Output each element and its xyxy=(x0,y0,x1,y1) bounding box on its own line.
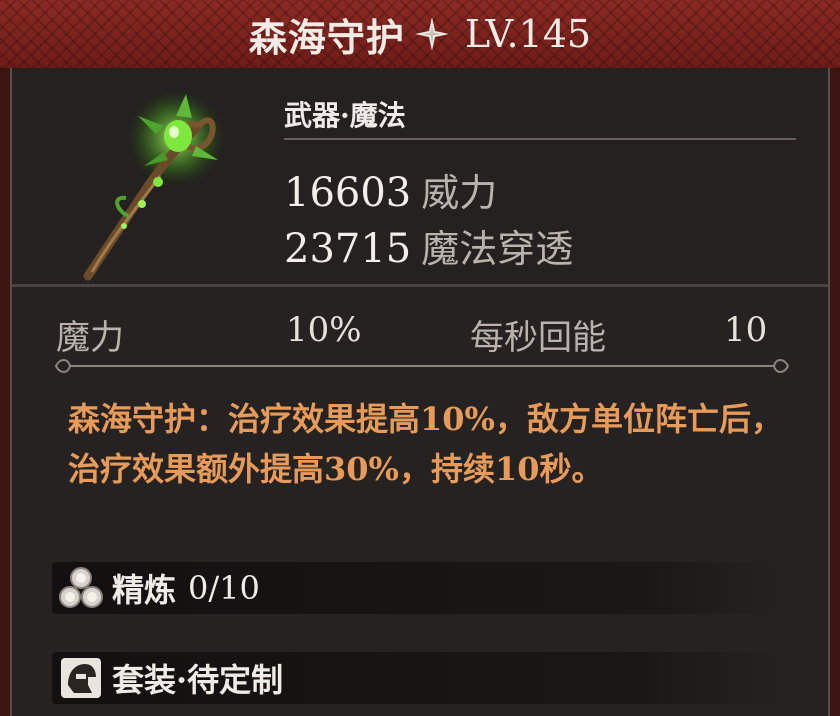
attr-magic-value: 10% xyxy=(286,310,362,350)
item-summary: 武器·魔法 16603 威力 23715 魔法穿透 xyxy=(12,68,828,284)
stat-value: 23715 xyxy=(284,226,412,272)
set-bar[interactable]: 套装·待定制 xyxy=(52,652,788,704)
left-edge xyxy=(0,0,10,716)
refine-label: 精炼 xyxy=(112,571,177,609)
refine-count: 0/10 xyxy=(188,569,260,607)
helmet-icon xyxy=(56,654,106,702)
item-header: 森海守护 LV.145 xyxy=(0,0,840,68)
skill-description: 森海守护：治疗效果提高10%，敌方单位阵亡后，治疗效果额外提高30%，持续10秒… xyxy=(68,400,783,488)
right-edge xyxy=(830,0,840,716)
stat-label: 魔法穿透 xyxy=(421,227,574,271)
attr-magic-label: 魔力 xyxy=(56,318,124,358)
item-name: 森海守护 xyxy=(248,14,405,60)
ornament-divider xyxy=(52,356,792,376)
four-point-star-icon xyxy=(413,15,451,53)
attr-energy-label: 每秒回能 xyxy=(470,318,606,358)
attr-energy-value: 10 xyxy=(724,310,768,350)
divider xyxy=(284,138,796,140)
stat-label: 威力 xyxy=(421,171,498,215)
staff-icon xyxy=(68,86,238,286)
refine-bar[interactable]: 精炼 0/10 xyxy=(52,562,788,614)
item-level: LV.145 xyxy=(464,12,592,56)
divider xyxy=(12,284,828,287)
item-type: 武器·魔法 xyxy=(284,99,406,132)
set-label: 套装·待定制 xyxy=(112,661,284,699)
item-body: 武器·魔法 16603 威力 23715 魔法穿透 魔力 10% 每秒回能 10 森… xyxy=(10,68,830,716)
item-detail-card: 森海守护 LV.145 武器·魔法 16603 威力 23715 魔法穿透 魔力… xyxy=(0,0,840,716)
stat-power: 16603 威力 xyxy=(284,162,497,217)
attribute-row: 魔力 10% 每秒回能 10 xyxy=(12,304,828,360)
stat-magic-penetration: 23715 魔法穿透 xyxy=(284,218,573,273)
refine-orbs-icon xyxy=(56,564,106,612)
stat-value: 16603 xyxy=(284,170,412,216)
